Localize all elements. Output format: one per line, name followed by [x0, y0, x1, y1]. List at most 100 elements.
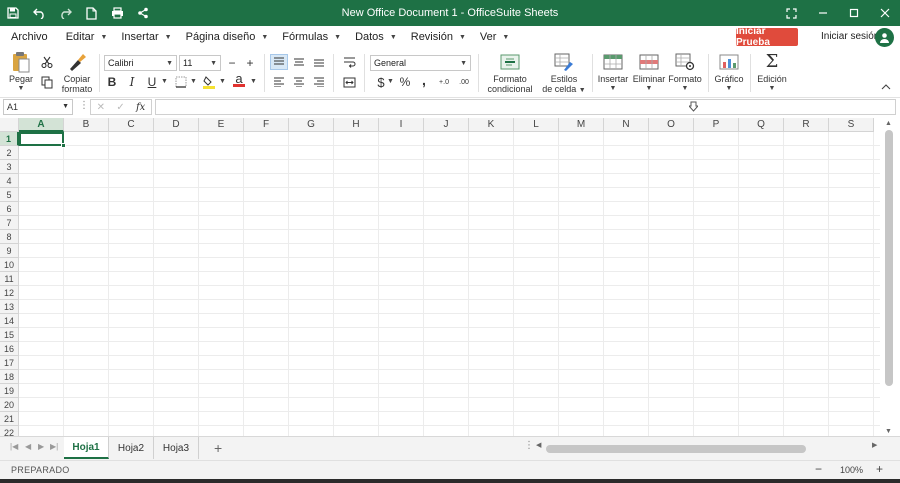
scroll-right-icon[interactable]: ▶ — [872, 441, 877, 449]
cell-area[interactable] — [19, 132, 880, 436]
column-header-s[interactable]: S — [829, 118, 874, 132]
formula-input[interactable] — [155, 99, 896, 115]
maximize-icon[interactable] — [838, 0, 869, 26]
column-header-b[interactable]: B — [64, 118, 109, 132]
bold-button[interactable]: B — [103, 74, 121, 90]
row-header-12[interactable]: 12 — [0, 286, 19, 300]
row-header-10[interactable]: 10 — [0, 258, 19, 272]
menu-archivo[interactable]: Archivo — [5, 26, 54, 48]
fill-color-icon[interactable] — [200, 74, 218, 90]
chevron-down-icon[interactable]: ▼ — [219, 78, 226, 85]
align-middle-icon[interactable] — [290, 54, 308, 70]
sheet-tab-hoja2[interactable]: Hoja2 — [109, 437, 154, 459]
row-header-13[interactable]: 13 — [0, 300, 19, 314]
cancel-icon[interactable]: ✕ — [97, 102, 105, 113]
confirm-icon[interactable]: ✓ — [116, 102, 124, 113]
column-header-p[interactable]: P — [694, 118, 739, 132]
number-format-select[interactable]: General ▼ — [370, 55, 471, 71]
menu-insertar[interactable]: Insertar ▼ — [115, 26, 177, 48]
row-header-11[interactable]: 11 — [0, 272, 19, 286]
align-left-icon[interactable] — [270, 74, 288, 90]
row-header-1[interactable]: 1 — [0, 132, 19, 146]
underline-button[interactable]: U — [143, 74, 161, 90]
row-header-16[interactable]: 16 — [0, 342, 19, 356]
drag-handle-icon[interactable]: ⋮ — [79, 100, 89, 111]
selected-cell-a1[interactable] — [19, 132, 66, 148]
align-right-icon[interactable] — [310, 74, 328, 90]
expand-formula-icon[interactable] — [687, 101, 700, 115]
align-top-icon[interactable] — [270, 54, 288, 70]
column-header-g[interactable]: G — [289, 118, 334, 132]
font-size-select[interactable]: 11 ▼ — [179, 55, 221, 71]
decrease-font-button[interactable]: − — [223, 55, 241, 71]
align-center-icon[interactable] — [290, 74, 308, 90]
scroll-left-icon[interactable]: ◀ — [536, 441, 541, 449]
scroll-down-icon[interactable]: ▼ — [885, 428, 892, 435]
undo-icon[interactable] — [26, 0, 52, 26]
sheet-tab-hoja3[interactable]: Hoja3 — [154, 437, 199, 459]
copy-icon[interactable] — [38, 74, 56, 90]
fullscreen-icon[interactable] — [776, 0, 807, 26]
menu-formulas[interactable]: Fórmulas ▼ — [276, 26, 347, 48]
insert-cells-button[interactable]: Insertar ▼ — [597, 52, 629, 94]
column-header-k[interactable]: K — [469, 118, 514, 132]
copy-format-button[interactable]: Copiar formato — [60, 52, 94, 94]
row-header-8[interactable]: 8 — [0, 230, 19, 244]
close-icon[interactable] — [869, 0, 900, 26]
format-cells-button[interactable]: Formato ▼ — [668, 52, 702, 94]
wrap-text-icon[interactable] — [340, 54, 358, 70]
menu-editar[interactable]: Editar ▼ — [60, 26, 114, 48]
fill-handle[interactable] — [61, 143, 66, 148]
avatar-icon[interactable] — [875, 28, 894, 47]
column-header-d[interactable]: D — [154, 118, 199, 132]
splitter-handle-icon[interactable]: ⋮ — [524, 440, 534, 451]
column-header-m[interactable]: M — [559, 118, 604, 132]
comma-style-button[interactable]: , — [415, 72, 433, 88]
align-bottom-icon[interactable] — [310, 54, 328, 70]
next-sheet-icon[interactable]: ▶ — [38, 442, 44, 451]
column-header-n[interactable]: N — [604, 118, 649, 132]
row-header-22[interactable]: 22 — [0, 426, 19, 436]
column-header-f[interactable]: F — [244, 118, 289, 132]
menu-revision[interactable]: Revisión ▼ — [405, 26, 472, 48]
percent-button[interactable]: % — [396, 74, 414, 90]
borders-icon[interactable] — [172, 74, 190, 90]
print-icon[interactable] — [104, 0, 130, 26]
cut-icon[interactable] — [38, 54, 56, 70]
delete-cells-button[interactable]: Eliminar ▼ — [632, 52, 666, 94]
font-color-icon[interactable]: a — [230, 72, 248, 88]
row-header-15[interactable]: 15 — [0, 328, 19, 342]
row-header-21[interactable]: 21 — [0, 412, 19, 426]
first-sheet-icon[interactable]: |◀ — [10, 442, 18, 451]
column-header-e[interactable]: E — [199, 118, 244, 132]
column-header-r[interactable]: R — [784, 118, 829, 132]
zoom-out-button[interactable]: − — [815, 462, 822, 476]
start-trial-button[interactable]: Iniciar Prueba — [736, 26, 798, 48]
sign-in-link[interactable]: Iniciar sesión — [821, 26, 879, 48]
menu-ver[interactable]: Ver ▼ — [474, 26, 515, 48]
minimize-icon[interactable] — [807, 0, 838, 26]
select-all-corner[interactable] — [0, 118, 19, 132]
menu-datos[interactable]: Datos ▼ — [349, 26, 403, 48]
row-header-7[interactable]: 7 — [0, 216, 19, 230]
zoom-level[interactable]: 100% — [840, 465, 863, 475]
column-header-j[interactable]: J — [424, 118, 469, 132]
column-header-c[interactable]: C — [109, 118, 154, 132]
italic-button[interactable]: I — [123, 74, 141, 90]
new-document-icon[interactable] — [78, 0, 104, 26]
increase-decimal-button[interactable]: +.0 — [435, 74, 453, 90]
merge-cells-icon[interactable] — [340, 74, 358, 90]
chevron-down-icon[interactable]: ▼ — [250, 78, 257, 85]
increase-font-button[interactable]: + — [241, 55, 259, 71]
paste-button[interactable]: Pegar ▼ — [8, 52, 34, 94]
row-header-18[interactable]: 18 — [0, 370, 19, 384]
row-header-20[interactable]: 20 — [0, 398, 19, 412]
scroll-up-icon[interactable]: ▲ — [885, 120, 892, 127]
collapse-ribbon-icon[interactable] — [877, 79, 895, 95]
font-name-select[interactable]: Calibri ▼ — [104, 55, 177, 71]
column-header-a[interactable]: A — [19, 118, 64, 132]
horizontal-scroll-thumb[interactable] — [546, 445, 806, 453]
row-header-17[interactable]: 17 — [0, 356, 19, 370]
column-header-q[interactable]: Q — [739, 118, 784, 132]
decrease-decimal-button[interactable]: .00 — [455, 74, 473, 90]
